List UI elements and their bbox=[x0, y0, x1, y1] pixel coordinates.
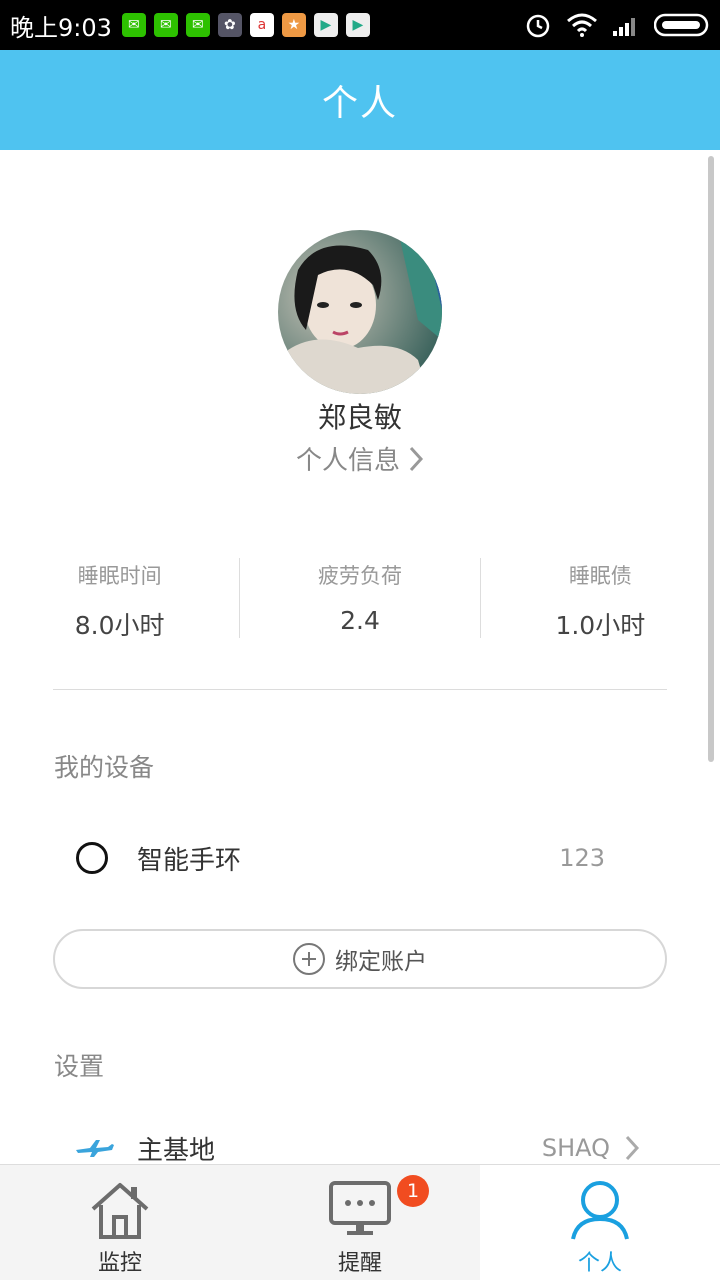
chevron-right-icon bbox=[625, 1135, 640, 1161]
battery-icon bbox=[654, 13, 709, 37]
person-icon bbox=[569, 1177, 631, 1243]
plus-circle-icon bbox=[293, 943, 325, 975]
personal-info-label: 个人信息 bbox=[295, 446, 400, 476]
tab-label: 个人 bbox=[577, 1251, 622, 1276]
alarm-icon bbox=[526, 14, 550, 38]
stat-sleep-debt: 睡眠债 1.0小时 bbox=[479, 558, 720, 640]
stat-value: 2.4 bbox=[340, 606, 380, 635]
devices-section-title: 我的设备 bbox=[54, 753, 155, 782]
play-store-icon: ▶ bbox=[313, 13, 338, 37]
home-base-label: 主基地 bbox=[137, 1135, 216, 1165]
avatar-photo bbox=[278, 230, 442, 394]
wifi-icon bbox=[567, 13, 597, 37]
chevron-right-icon bbox=[409, 446, 424, 471]
device-item[interactable]: 智能手环 123 bbox=[0, 830, 720, 886]
stats-panel: 睡眠时间 8.0小时 疲劳负荷 2.4 睡眠债 1.0小时 bbox=[0, 558, 720, 640]
app-icon: a bbox=[249, 13, 274, 37]
tab-label: 提醒 bbox=[337, 1251, 382, 1276]
wechat-icon: ✉ bbox=[185, 13, 210, 37]
bind-account-button[interactable]: 绑定账户 bbox=[53, 929, 667, 989]
personal-info-link[interactable]: 个人信息 bbox=[0, 440, 720, 477]
user-name: 郑良敏 bbox=[317, 401, 402, 434]
home-base-value: SHAQ bbox=[541, 1134, 610, 1162]
band-ring-icon bbox=[76, 842, 108, 874]
notification-icons: ✉ ✉ ✉ ✿ a ★ ▶ ▶ bbox=[121, 13, 370, 37]
status-right bbox=[524, 11, 710, 39]
bind-account-label: 绑定账户 bbox=[335, 949, 427, 975]
page-title: 个人 bbox=[321, 83, 398, 124]
header: 个人 bbox=[0, 50, 720, 150]
play-store-icon: ▶ bbox=[345, 13, 370, 37]
notification-badge: 1 bbox=[397, 1175, 429, 1207]
tab-monitor[interactable]: 监控 bbox=[0, 1165, 240, 1280]
reminder-icon bbox=[329, 1177, 391, 1243]
stat-fatigue-load: 疲劳负荷 2.4 bbox=[239, 558, 479, 638]
star-app-icon: ★ bbox=[281, 13, 306, 37]
stat-sleep-time: 睡眠时间 8.0小时 bbox=[0, 558, 239, 640]
tab-label: 监控 bbox=[97, 1251, 142, 1276]
tab-personal[interactable]: 个人 bbox=[480, 1165, 720, 1280]
stat-label: 睡眠债 bbox=[568, 564, 632, 588]
wechat-icon: ✉ bbox=[121, 13, 146, 37]
airplane-icon bbox=[76, 1140, 114, 1157]
settings-section-title: 设置 bbox=[54, 1052, 105, 1081]
app-icon: ✿ bbox=[217, 13, 242, 37]
scrollbar[interactable] bbox=[708, 156, 714, 762]
stat-value: 1.0小时 bbox=[555, 611, 646, 640]
signal-icon bbox=[613, 18, 635, 36]
home-base-item[interactable]: 主基地 SHAQ bbox=[0, 1120, 720, 1164]
stat-label: 睡眠时间 bbox=[77, 564, 162, 588]
stat-value: 8.0小时 bbox=[74, 611, 165, 640]
wechat-icon: ✉ bbox=[153, 13, 178, 37]
tab-reminder[interactable]: 提醒 1 bbox=[240, 1165, 480, 1280]
divider bbox=[53, 689, 667, 690]
stat-label: 疲劳负荷 bbox=[317, 564, 402, 588]
profile-content[interactable]: 郑良敏 个人信息 睡眠时间 8.0小时 疲劳负荷 2.4 睡眠债 1.0小时 我… bbox=[0, 150, 720, 1164]
home-icon bbox=[89, 1177, 151, 1243]
device-value: 123 bbox=[559, 844, 605, 872]
tab-bar: 监控 提醒 1 个人 bbox=[0, 1164, 720, 1280]
avatar[interactable] bbox=[278, 230, 442, 394]
device-name: 智能手环 bbox=[137, 845, 242, 876]
status-time: 晚上9:03 bbox=[10, 13, 112, 42]
status-bar: 晚上9:03 ✉ ✉ ✉ ✿ a ★ ▶ ▶ bbox=[0, 0, 720, 50]
